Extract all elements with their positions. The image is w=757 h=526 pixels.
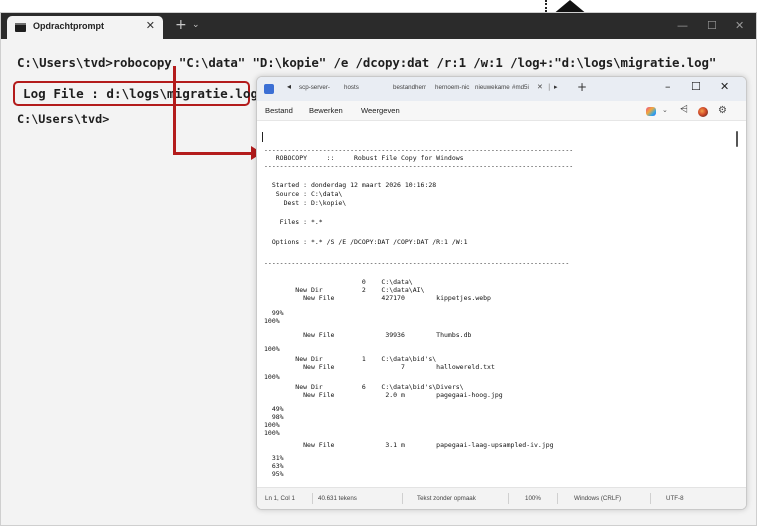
vertical-scrollbar[interactable] [736, 131, 738, 147]
prompt-line: C:\Users\tvd> [17, 112, 110, 126]
log-line: 100% [264, 345, 280, 353]
notepad-maximize-button[interactable]: ☐ [691, 80, 701, 93]
copilot-chevron-icon[interactable]: ⌄ [662, 106, 668, 114]
status-zoom[interactable]: 100% [525, 495, 541, 502]
new-tab-button[interactable]: + [175, 17, 187, 33]
log-line: 100% [264, 317, 280, 325]
log-line: 100% [264, 373, 280, 381]
log-line: New File 39936 Thumbs.db [264, 331, 472, 339]
log-line: New File 2.0 m pagegaai-hoog.jpg [264, 391, 503, 399]
status-divider [312, 493, 313, 504]
status-line-ending[interactable]: Windows (CRLF) [574, 495, 621, 502]
log-dest: Dest : D:\kopie\ [264, 199, 347, 207]
notepad-menubar: Bestand Bewerken Weergeven ⌄ ⩤ ⚙ [257, 101, 746, 121]
status-divider [650, 493, 651, 504]
menu-bestand[interactable]: Bestand [265, 106, 293, 115]
copilot-icon[interactable] [646, 107, 656, 116]
notepad-app-icon [264, 84, 274, 94]
annotation-arrow-stem [173, 66, 176, 155]
log-options: Options : *.* /S /E /DCOPY:DAT /COPY:DAT… [264, 238, 468, 246]
tab-hosts[interactable]: hosts [344, 84, 359, 91]
maximize-button[interactable]: ☐ [707, 19, 717, 32]
log-line: 0 C:\data\ [264, 278, 413, 286]
tab-separator: | [548, 83, 551, 91]
tab-md5[interactable]: #md5i [512, 84, 529, 91]
menu-weergeven[interactable]: Weergeven [361, 106, 400, 115]
menu-bewerken[interactable]: Bewerken [309, 106, 343, 115]
terminal-tab[interactable]: Opdrachtprompt ✕ [7, 16, 163, 39]
notepad-statusbar: Ln 1, Col 1 40.631 tekens Tekst zonder o… [257, 487, 746, 509]
annotation-arrow-shaft [173, 152, 253, 155]
log-line: New File 7 hallowereld.txt [264, 363, 495, 371]
terminal-icon [15, 23, 26, 32]
tab-dropdown-icon[interactable]: ⌄ [192, 20, 200, 30]
status-divider [508, 493, 509, 504]
close-button[interactable]: ✕ [735, 19, 744, 32]
log-line: New Dir 2 C:\data\AI\ [264, 286, 425, 294]
tab-scp-server[interactable]: scp-server- [299, 84, 330, 91]
status-divider [402, 493, 403, 504]
share-icon[interactable]: ⩤ [680, 104, 688, 115]
settings-gear-icon[interactable]: ⚙ [718, 105, 727, 116]
notepad-window: ◂ scp-server- hosts bestandherr hernoem-… [256, 76, 747, 510]
log-separator-top: ----------------------------------------… [264, 146, 574, 154]
log-files: Files : *.* [264, 218, 323, 226]
status-cursor-position: Ln 1, Col 1 [265, 495, 295, 502]
tab-hernoem-nic[interactable]: hernoem-nic [435, 84, 469, 91]
notepad-close-button[interactable]: ✕ [720, 80, 729, 93]
tab-nieuwekame[interactable]: nieuwekame [475, 84, 510, 91]
minimize-button[interactable]: — [677, 19, 688, 32]
status-encoding[interactable]: UTF-8 [666, 495, 684, 502]
log-header: ROBOCOPY :: Robust File Copy for Windows [264, 154, 464, 162]
status-divider [557, 493, 558, 504]
avatar[interactable] [698, 107, 708, 117]
tab-close-icon[interactable]: ✕ [146, 19, 155, 32]
log-line: 99% [264, 309, 284, 317]
cursor-guide [545, 0, 547, 12]
scroll-tabs-back-icon[interactable]: ◂ [287, 82, 291, 91]
notepad-minimize-button[interactable]: – [665, 80, 671, 93]
log-started: Started : donderdag 12 maart 2026 10:16:… [264, 181, 437, 189]
log-line: 49% [264, 405, 284, 413]
log-line: 100% [264, 421, 280, 429]
terminal-titlebar: Opdrachtprompt ✕ + ⌄ — ☐ ✕ [1, 13, 756, 39]
log-line: 31% [264, 454, 284, 462]
status-format[interactable]: Tekst zonder opmaak [417, 495, 476, 502]
log-line: 63% [264, 462, 284, 470]
log-line: New Dir 1 C:\data\bid's\ [264, 355, 437, 363]
status-char-count: 40.631 tekens [318, 495, 357, 502]
tab-close-icon[interactable]: ✕ [537, 83, 543, 91]
tab-bestandherr[interactable]: bestandherr [393, 84, 426, 91]
log-line: 98% [264, 413, 284, 421]
add-tab-button[interactable]: + [577, 80, 587, 94]
log-separator-mid: ----------------------------------------… [264, 162, 574, 170]
command-line: C:\Users\tvd>robocopy "C:\data" "D:\kopi… [17, 55, 717, 70]
log-line: 100% [264, 429, 280, 437]
scroll-tabs-forward-icon[interactable]: ▸ [554, 83, 558, 91]
log-separator-bottom: ----------------------------------------… [264, 259, 570, 267]
text-caret [262, 132, 263, 142]
notepad-text-area[interactable]: ----------------------------------------… [257, 122, 746, 486]
log-line: New File 3.1 m papegaai-laag-upsampled-i… [264, 441, 554, 449]
log-line: New Dir 6 C:\data\bid's\Divers\ [264, 383, 464, 391]
log-source: Source : C:\data\ [264, 190, 343, 198]
notepad-titlebar: ◂ scp-server- hosts bestandherr hernoem-… [257, 77, 746, 101]
log-line: 95% [264, 470, 284, 478]
terminal-tab-title: Opdrachtprompt [33, 21, 104, 31]
log-file-line: Log File : d:\logs\migratie.log [23, 86, 259, 101]
log-line: New File 427170 kippetjes.webp [264, 294, 491, 302]
